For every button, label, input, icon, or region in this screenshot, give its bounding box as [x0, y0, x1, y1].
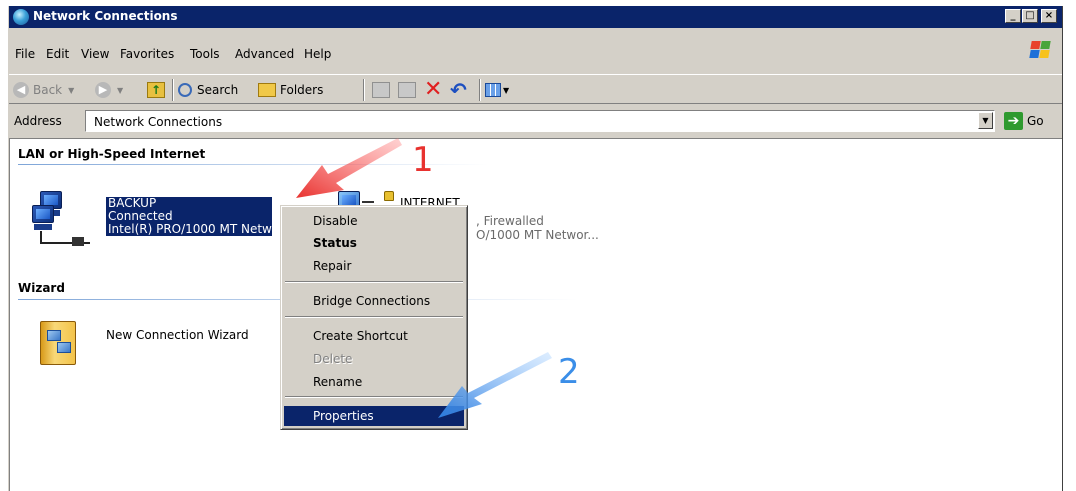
undo-icon: ↶: [450, 78, 467, 102]
forward-button[interactable]: ▶ ▼: [95, 80, 123, 100]
menu-item-repair[interactable]: Repair: [284, 256, 464, 276]
close-button[interactable]: ×: [1041, 9, 1057, 23]
title-bar[interactable]: Network Connections _ □ ×: [9, 6, 1062, 28]
go-label: Go: [1027, 114, 1044, 128]
address-input[interactable]: Network Connections: [85, 110, 995, 132]
menu-item-bridge-connections[interactable]: Bridge Connections: [284, 291, 464, 311]
toolbar-separator: [172, 79, 174, 101]
forward-arrow-icon: ▶: [95, 82, 111, 98]
connection-status: , Firewalled: [476, 214, 544, 228]
new-connection-wizard-icon[interactable]: [40, 321, 76, 365]
menu-separator: [285, 281, 463, 283]
move-to-icon: [372, 82, 390, 98]
window: Network Connections _ □ × File Edit View…: [8, 6, 1063, 491]
search-button[interactable]: Search: [178, 80, 238, 100]
menu-advanced[interactable]: Advanced: [235, 47, 294, 61]
delete-toolbar-button[interactable]: ✕: [424, 77, 443, 102]
address-label: Address: [14, 114, 62, 128]
connection-item-backup[interactable]: BACKUP Connected Intel(R) PRO/1000 MT Ne…: [106, 197, 272, 236]
move-to-button[interactable]: [372, 80, 390, 100]
menu-edit[interactable]: Edit: [46, 47, 69, 61]
group-header-wizard: Wizard: [18, 281, 65, 295]
back-label: Back: [33, 83, 63, 97]
group-header-lan: LAN or High-Speed Internet: [18, 147, 206, 161]
back-dropdown-icon: ▼: [68, 85, 75, 95]
address-dropdown-button[interactable]: ▼: [978, 112, 993, 129]
delete-x-icon: ✕: [424, 77, 443, 102]
toolbar-separator: [479, 79, 481, 101]
menu-item-create-shortcut[interactable]: Create Shortcut: [284, 326, 464, 346]
menu-help[interactable]: Help: [304, 47, 331, 61]
views-grid-icon: [485, 83, 501, 97]
up-folder-icon: ↑: [147, 82, 165, 98]
menu-favorites[interactable]: Favorites: [120, 47, 174, 61]
views-button[interactable]: ▼: [485, 80, 509, 100]
copy-to-icon: [398, 82, 416, 98]
up-folder-button[interactable]: ↑: [147, 80, 165, 100]
folders-icon: [258, 83, 276, 97]
menu-tools[interactable]: Tools: [190, 47, 220, 61]
minimize-button[interactable]: _: [1005, 9, 1021, 23]
content-pane[interactable]: LAN or High-Speed Internet BACKUP Connec…: [9, 138, 1062, 491]
copy-to-button[interactable]: [398, 80, 416, 100]
windows-logo-icon: [1028, 39, 1054, 61]
folders-button[interactable]: Folders: [258, 80, 323, 100]
window-title: Network Connections: [33, 9, 178, 23]
back-arrow-icon: ◀: [13, 82, 29, 98]
menu-separator: [285, 316, 463, 318]
search-icon: [178, 83, 192, 97]
menu-item-status[interactable]: Status: [284, 233, 464, 253]
go-arrow-icon: ➔: [1004, 112, 1023, 130]
network-connection-icon[interactable]: [28, 187, 90, 249]
connection-device: O/1000 MT Networ...: [476, 228, 599, 242]
menu-file[interactable]: File: [15, 47, 35, 61]
toolbar: ◀ Back ▼ ▶ ▼ ↑ Search Folders ✕ ↶ ▼: [9, 74, 1062, 104]
menu-separator: [285, 396, 463, 398]
context-menu: Disable Status Repair Bridge Connections…: [280, 205, 468, 430]
address-value: Network Connections: [94, 115, 223, 129]
forward-dropdown-icon: ▼: [117, 85, 124, 95]
folders-label: Folders: [280, 83, 324, 97]
connection-device: Intel(R) PRO/1000 MT Netw: [106, 222, 272, 236]
menu-item-rename[interactable]: Rename: [284, 372, 464, 392]
annotation-step-2: 2: [558, 352, 580, 392]
address-bar: Address Network Connections ▼ ➔ Go: [9, 108, 1062, 134]
firewall-lock-icon: [384, 191, 394, 201]
new-connection-wizard-label[interactable]: New Connection Wizard: [106, 329, 249, 342]
go-button[interactable]: ➔ Go: [1004, 111, 1054, 131]
annotation-step-1: 1: [412, 140, 434, 180]
search-label: Search: [197, 83, 239, 97]
toolbar-separator: [363, 79, 365, 101]
network-globe-icon: [13, 9, 29, 25]
menu-item-disable[interactable]: Disable: [284, 211, 464, 231]
menu-view[interactable]: View: [81, 47, 109, 61]
menu-bar: File Edit View Favorites Tools Advanced …: [9, 43, 1062, 65]
menu-item-properties[interactable]: Properties: [284, 406, 464, 426]
menu-item-delete[interactable]: Delete: [284, 349, 464, 369]
back-button[interactable]: ◀ Back ▼: [13, 80, 74, 100]
maximize-button[interactable]: □: [1022, 9, 1038, 23]
undo-button[interactable]: ↶: [450, 80, 467, 100]
views-dropdown-icon: ▼: [503, 85, 510, 95]
